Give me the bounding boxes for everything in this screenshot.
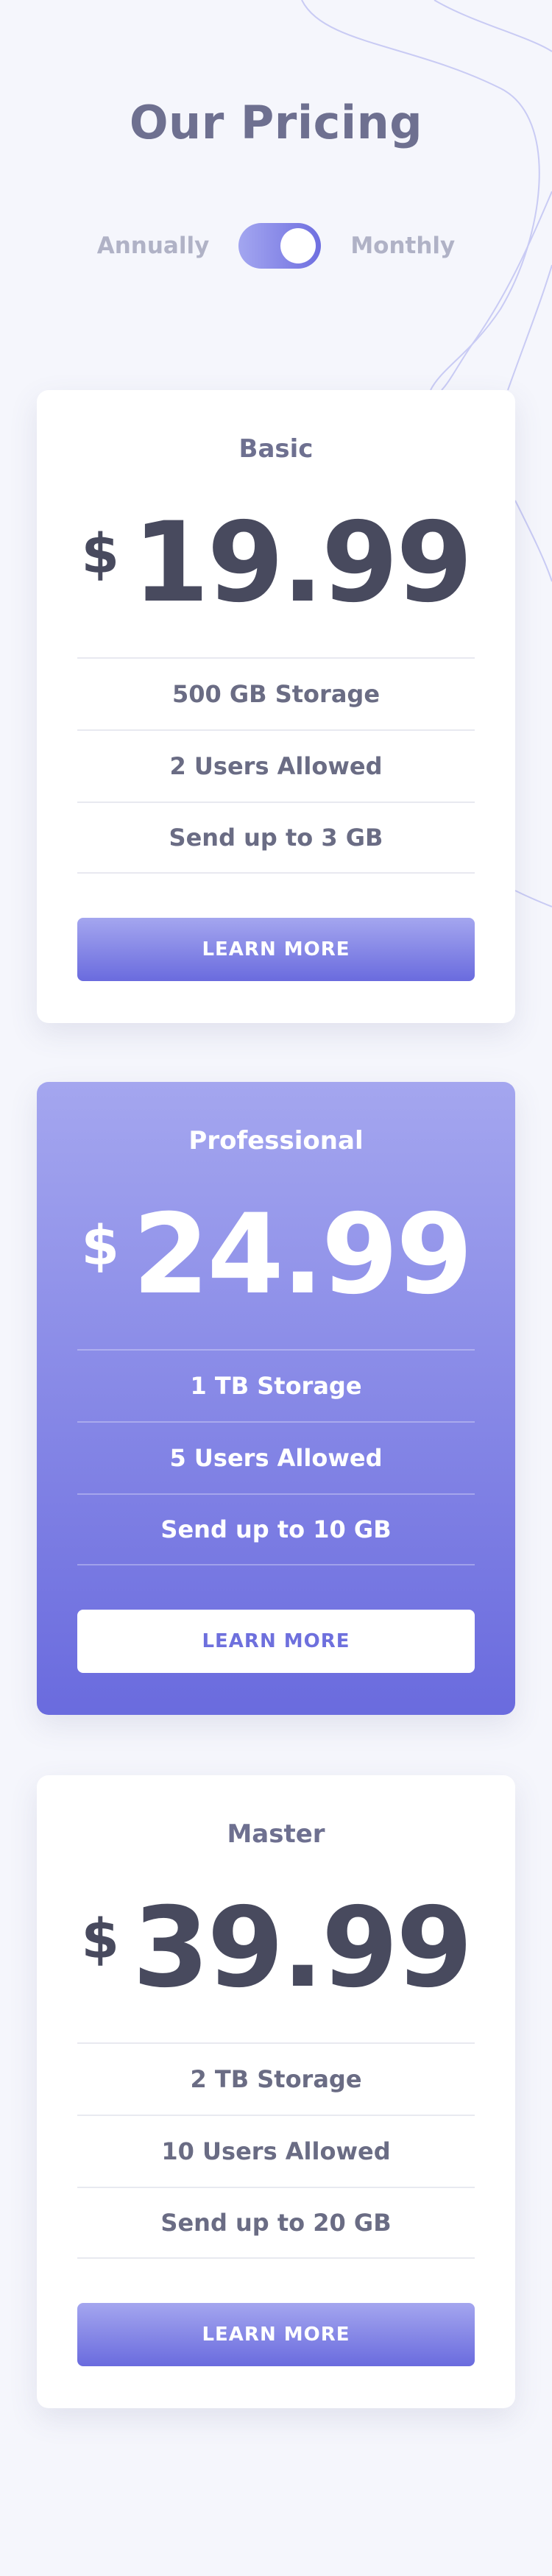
feature-item: Send up to 3 GB bbox=[77, 802, 475, 874]
price-amount: 39.99 bbox=[132, 1884, 473, 2012]
feature-item: 5 Users Allowed bbox=[77, 1421, 475, 1493]
plan-price: $ 24.99 bbox=[37, 1200, 515, 1310]
toggle-knob bbox=[280, 228, 316, 263]
billing-period-toggle[interactable] bbox=[238, 223, 322, 269]
toggle-label-monthly[interactable]: Monthly bbox=[350, 233, 455, 259]
feature-item: 10 Users Allowed bbox=[77, 2115, 475, 2187]
pricing-card-basic: Basic $ 19.99 500 GB Storage 2 Users All… bbox=[37, 390, 515, 1023]
feature-item: Send up to 20 GB bbox=[77, 2187, 475, 2259]
feature-item: 2 TB Storage bbox=[77, 2042, 475, 2115]
currency-symbol: $ bbox=[81, 1908, 120, 1971]
feature-list: 1 TB Storage 5 Users Allowed Send up to … bbox=[77, 1349, 475, 1565]
plan-name: Basic bbox=[238, 434, 314, 464]
page-title: Our Pricing bbox=[129, 96, 423, 149]
plan-name: Master bbox=[227, 1819, 325, 1849]
feature-list: 2 TB Storage 10 Users Allowed Send up to… bbox=[77, 2042, 475, 2259]
learn-more-button-professional[interactable]: LEARN MORE bbox=[77, 1610, 475, 1673]
currency-symbol: $ bbox=[81, 523, 120, 586]
learn-more-button-master[interactable]: LEARN MORE bbox=[77, 2303, 475, 2366]
feature-item: Send up to 10 GB bbox=[77, 1493, 475, 1565]
billing-toggle-row: Annually Monthly bbox=[0, 222, 552, 269]
feature-item: 500 GB Storage bbox=[77, 657, 475, 729]
pricing-card-master: Master $ 39.99 2 TB Storage 10 Users All… bbox=[37, 1775, 515, 2408]
learn-more-button-basic[interactable]: LEARN MORE bbox=[77, 918, 475, 981]
feature-list: 500 GB Storage 2 Users Allowed Send up t… bbox=[77, 657, 475, 874]
price-amount: 24.99 bbox=[132, 1191, 473, 1319]
pricing-card-professional: Professional $ 24.99 1 TB Storage 5 User… bbox=[37, 1082, 515, 1715]
plan-price: $ 19.99 bbox=[37, 508, 515, 618]
plan-price: $ 39.99 bbox=[37, 1893, 515, 2003]
feature-item: 2 Users Allowed bbox=[77, 729, 475, 802]
price-amount: 19.99 bbox=[132, 499, 473, 627]
plan-name: Professional bbox=[188, 1126, 364, 1156]
toggle-label-annually[interactable]: Annually bbox=[97, 233, 210, 259]
page-header: Our Pricing bbox=[0, 96, 552, 149]
feature-item: 1 TB Storage bbox=[77, 1349, 475, 1421]
currency-symbol: $ bbox=[81, 1214, 120, 1278]
